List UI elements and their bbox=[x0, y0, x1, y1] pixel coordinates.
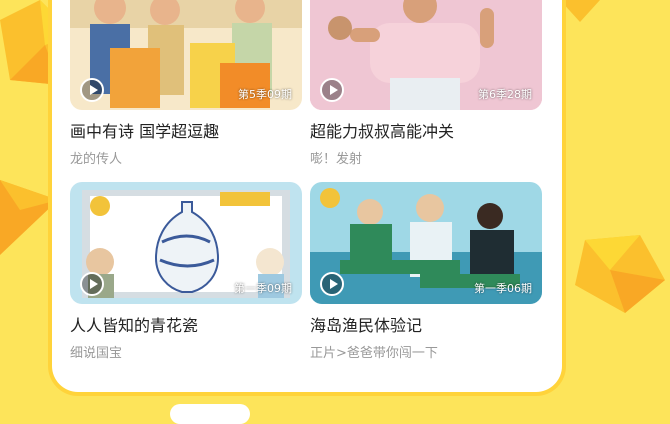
video-title[interactable]: 海岛渔民体验记 bbox=[310, 312, 542, 336]
video-card[interactable]: 第6季28期 超能力叔叔高能冲关 嘭！发射 bbox=[310, 0, 542, 167]
video-title[interactable]: 人人皆知的青花瓷 bbox=[70, 312, 302, 336]
play-icon[interactable] bbox=[320, 272, 344, 296]
video-subtitle: 嘭！发射 bbox=[310, 152, 363, 167]
video-card[interactable]: 第一季06期 海岛渔民体验记 正片>爸爸带你闯一下 bbox=[310, 182, 542, 361]
episode-label: 第一季09期 bbox=[234, 282, 292, 295]
video-title[interactable]: 超能力叔叔高能冲关 bbox=[310, 118, 542, 142]
episode-label: 第5季09期 bbox=[238, 88, 292, 101]
video-card[interactable]: 第一季09期 人人皆知的青花瓷 细说国宝 bbox=[70, 182, 302, 361]
play-icon[interactable] bbox=[80, 78, 104, 102]
content-panel: 第5季09期 画中有诗 国学超逗趣 龙的传人 第6季28期 超能力叔叔高能冲关 … bbox=[48, 0, 566, 396]
video-subtitle: 龙的传人 bbox=[70, 152, 123, 167]
video-title[interactable]: 画中有诗 国学超逗趣 bbox=[70, 118, 302, 142]
episode-label: 第6季28期 bbox=[478, 88, 532, 101]
play-icon[interactable] bbox=[320, 78, 344, 102]
video-thumbnail[interactable]: 第5季09期 bbox=[70, 0, 302, 110]
bottom-tab-edge bbox=[170, 404, 250, 424]
video-subtitle: 正片>爸爸带你闯一下 bbox=[310, 346, 438, 361]
video-thumbnail[interactable]: 第一季06期 bbox=[310, 182, 542, 304]
video-thumbnail[interactable]: 第6季28期 bbox=[310, 0, 542, 110]
video-thumbnail[interactable]: 第一季09期 bbox=[70, 182, 302, 304]
video-subtitle: 细说国宝 bbox=[70, 346, 123, 361]
yellow-gem-decoration-right bbox=[575, 235, 665, 313]
video-card[interactable]: 第5季09期 画中有诗 国学超逗趣 龙的传人 bbox=[70, 0, 302, 167]
play-icon[interactable] bbox=[80, 272, 104, 296]
episode-label: 第一季06期 bbox=[474, 282, 532, 295]
yellow-gem-decoration-topright bbox=[560, 0, 600, 22]
